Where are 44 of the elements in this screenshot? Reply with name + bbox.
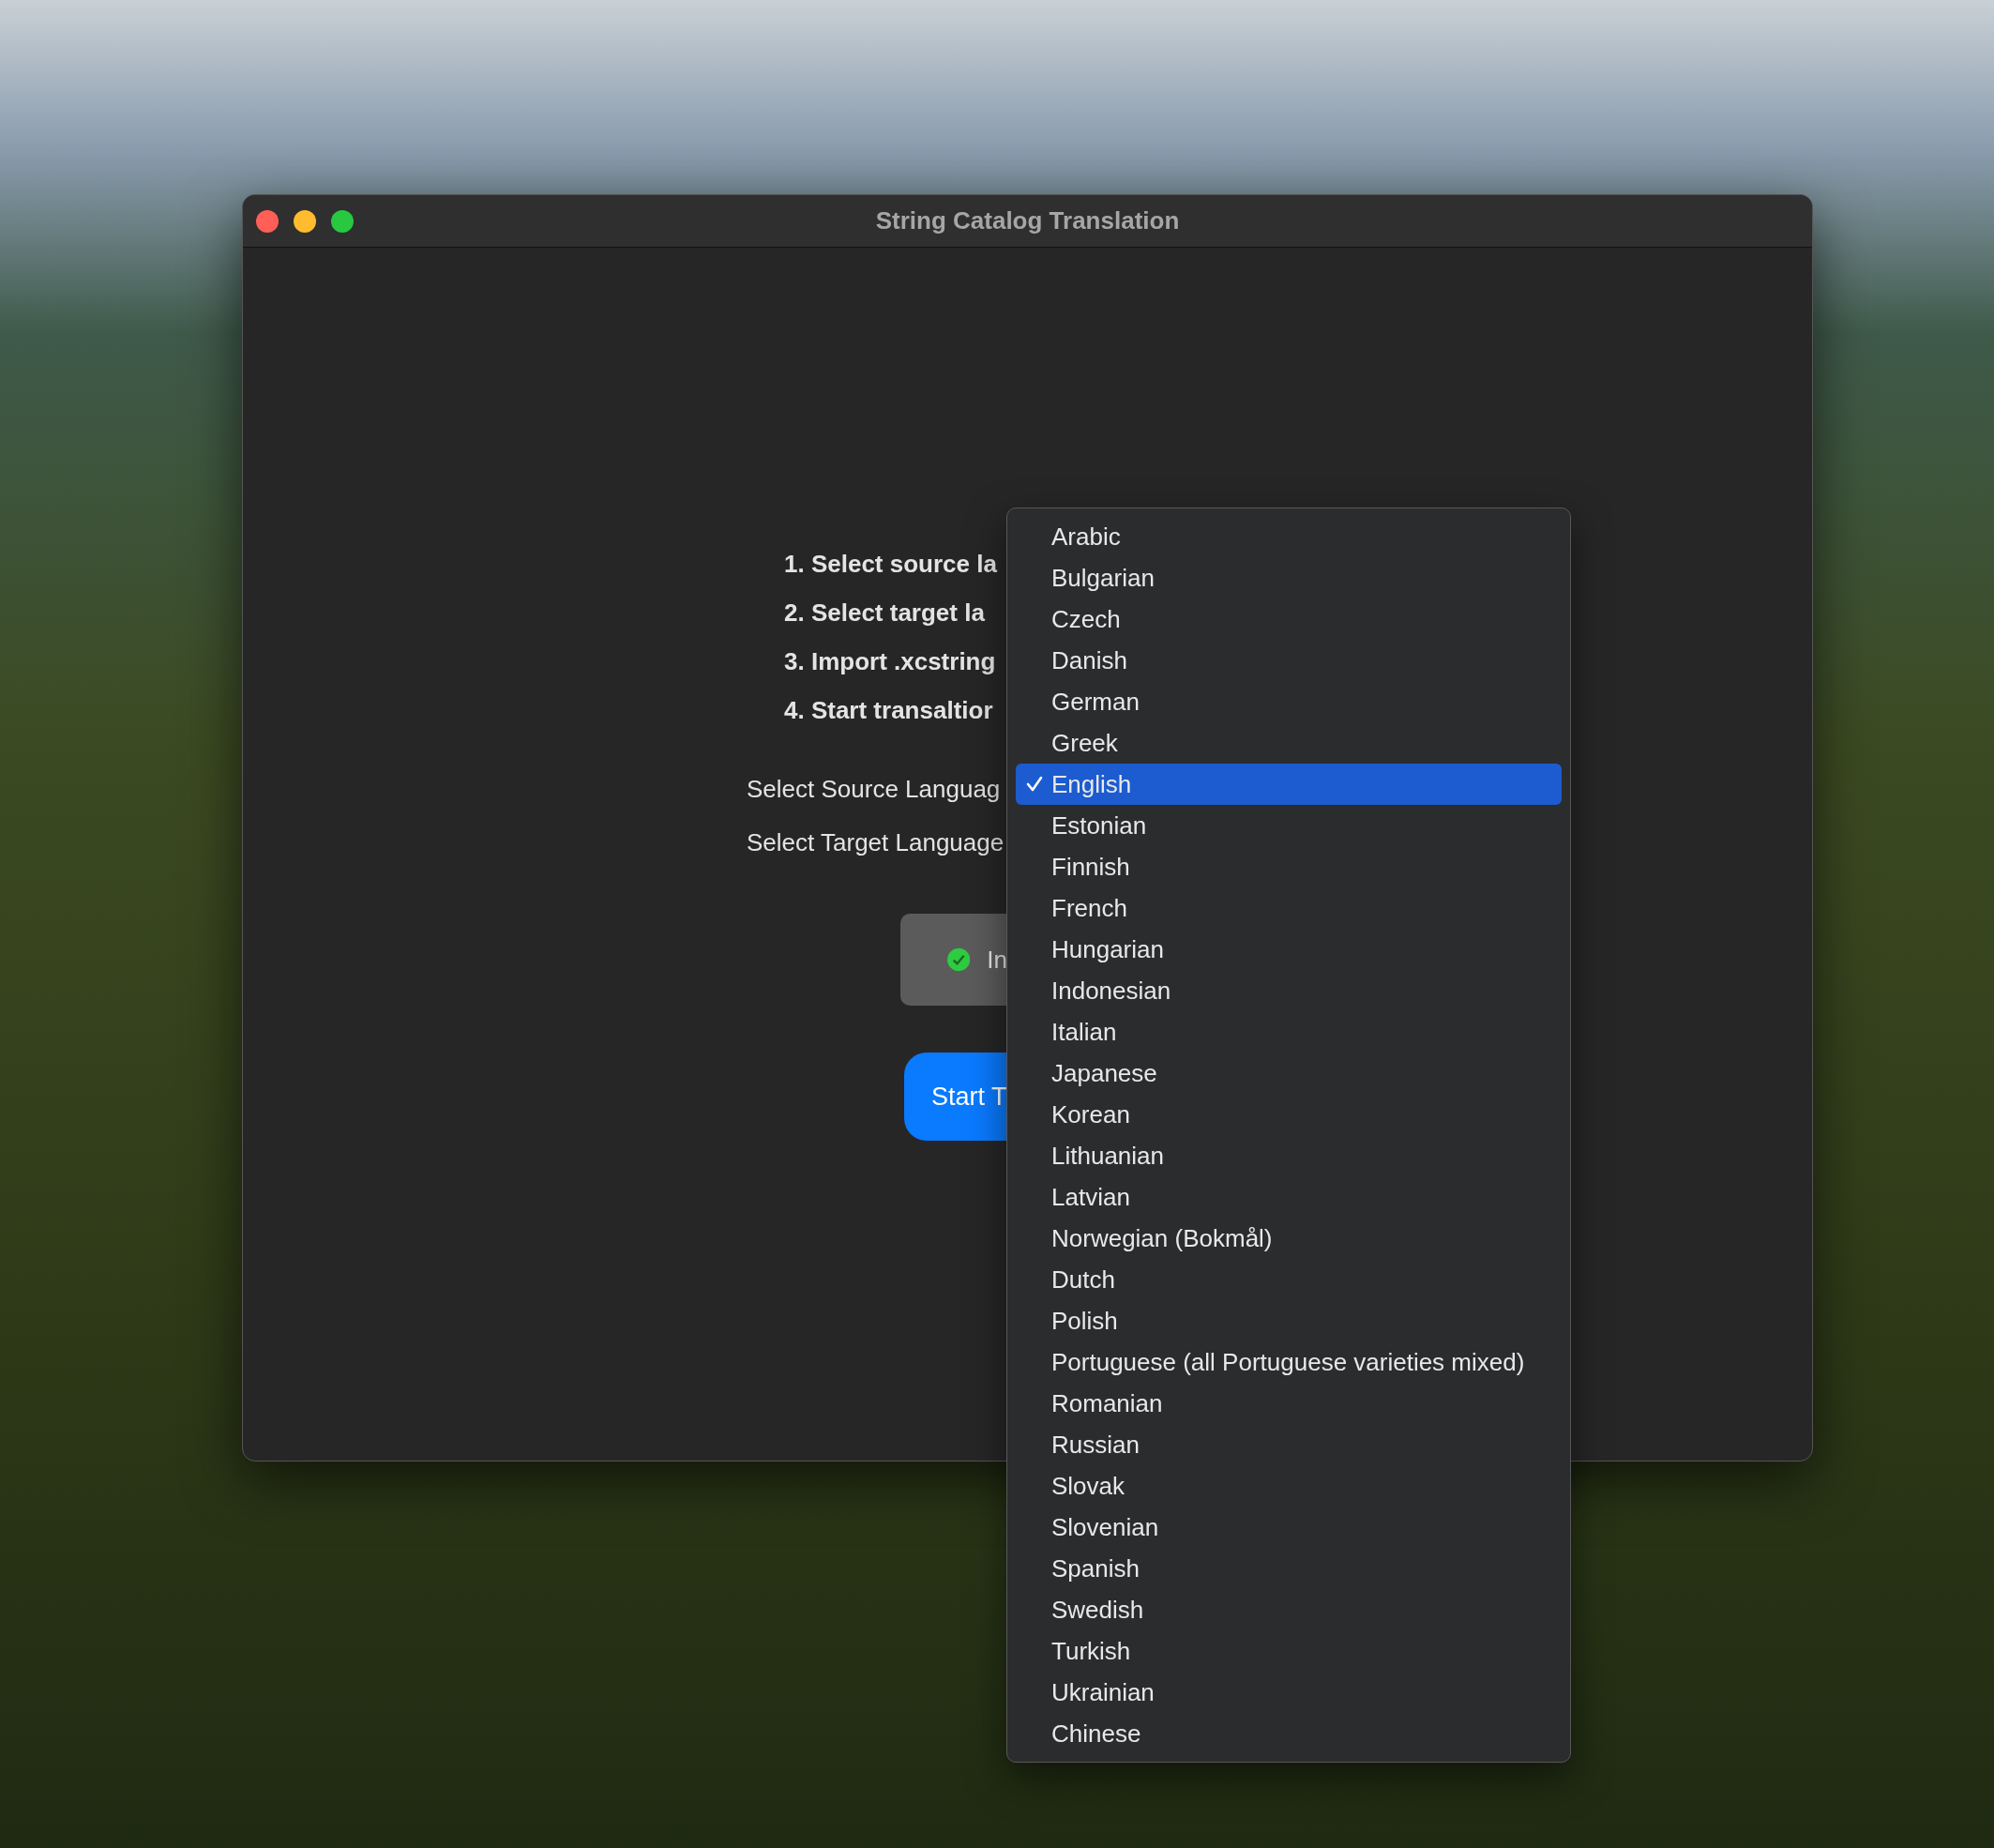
menu-item[interactable]: Bulgarian (1016, 557, 1562, 598)
menu-item[interactable]: Russian (1016, 1424, 1562, 1465)
checkmark-icon (1025, 775, 1044, 794)
menu-item[interactable]: Polish (1016, 1300, 1562, 1341)
menu-item[interactable]: Ukrainian (1016, 1672, 1562, 1713)
menu-item[interactable]: English (1016, 764, 1562, 805)
import-button[interactable]: In (900, 914, 1007, 1006)
menu-item[interactable]: Norwegian (Bokmål) (1016, 1218, 1562, 1259)
menu-item[interactable]: Slovenian (1016, 1507, 1562, 1548)
menu-item[interactable]: Dutch (1016, 1259, 1562, 1300)
instruction-step: 1. Select source la (784, 550, 997, 578)
window-title: String Catalog Translation (875, 206, 1180, 235)
start-button[interactable]: Start T (904, 1053, 1007, 1141)
menu-item[interactable]: Hungarian (1016, 929, 1562, 970)
menu-item[interactable]: Greek (1016, 722, 1562, 764)
menu-item[interactable]: Korean (1016, 1094, 1562, 1135)
menu-item[interactable]: Indonesian (1016, 970, 1562, 1011)
menu-item[interactable]: Danish (1016, 640, 1562, 681)
menu-item[interactable]: French (1016, 887, 1562, 929)
menu-item[interactable]: German (1016, 681, 1562, 722)
instruction-step: 4. Start transaltior (784, 696, 993, 724)
zoom-button[interactable] (331, 209, 354, 233)
menu-item[interactable]: Finnish (1016, 846, 1562, 887)
menu-item[interactable]: Slovak (1016, 1465, 1562, 1507)
close-button[interactable] (256, 209, 279, 233)
menu-item[interactable]: Latvian (1016, 1176, 1562, 1218)
menu-item[interactable]: Lithuanian (1016, 1135, 1562, 1176)
menu-item[interactable]: Chinese (1016, 1713, 1562, 1754)
menu-item[interactable]: Japanese (1016, 1053, 1562, 1094)
menu-item[interactable]: Spanish (1016, 1548, 1562, 1589)
menu-item[interactable]: Estonian (1016, 805, 1562, 846)
menu-item[interactable]: Czech (1016, 598, 1562, 640)
minimize-button[interactable] (294, 209, 316, 233)
menu-item[interactable]: Arabic (1016, 516, 1562, 557)
instruction-step: 3. Import .xcstring (784, 647, 996, 675)
instruction-step: 2. Select target la (784, 598, 985, 627)
menu-item[interactable]: Romanian (1016, 1383, 1562, 1424)
field-label: Select Source Languag (747, 775, 1001, 804)
check-icon (947, 947, 971, 972)
menu-item[interactable]: Portuguese (all Portuguese varieties mixed) (1016, 1341, 1562, 1383)
menu-item[interactable]: Italian (1016, 1011, 1562, 1053)
menu-item[interactable]: Swedish (1016, 1589, 1562, 1630)
menu-item[interactable]: Turkish (1016, 1630, 1562, 1672)
field-label: Select Target Language (747, 828, 1005, 857)
